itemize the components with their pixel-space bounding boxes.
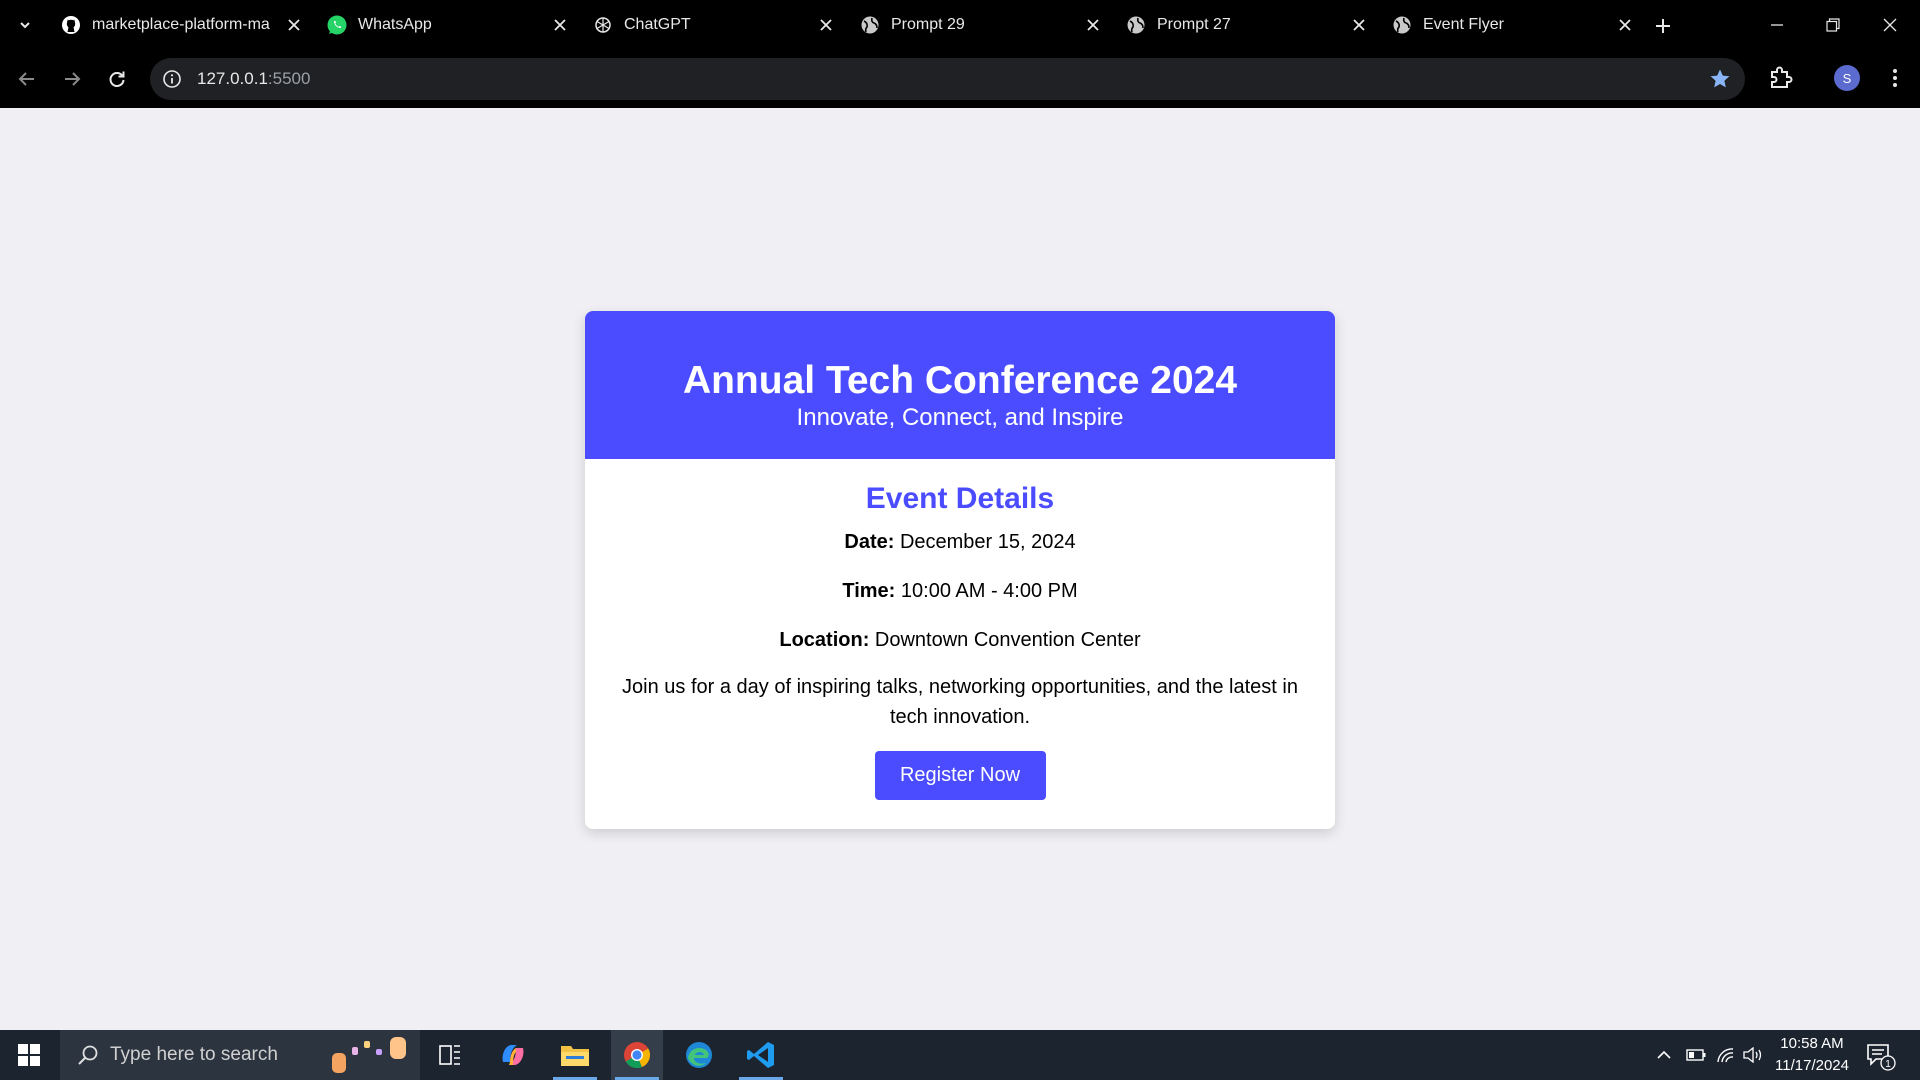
- speaker-volume-icon[interactable]: [1740, 1030, 1768, 1080]
- location-label: Location:: [779, 629, 870, 651]
- globe-icon: [1125, 14, 1147, 36]
- tab-title: Prompt 27: [1157, 16, 1231, 33]
- event-subtitle: Innovate, Connect, and Inspire: [796, 404, 1124, 431]
- flyer-body: Event Details Date: December 15, 2024 Ti…: [585, 459, 1335, 800]
- more-menu-icon[interactable]: [1882, 65, 1908, 91]
- event-flyer-card: Annual Tech Conference 2024 Innovate, Co…: [585, 311, 1335, 829]
- page-viewport: Annual Tech Conference 2024 Innovate, Co…: [0, 108, 1920, 1030]
- edge-icon[interactable]: [673, 1030, 725, 1080]
- event-location: Location: Downtown Convention Center: [585, 628, 1335, 652]
- url-port: :5500: [267, 69, 311, 88]
- battery-icon[interactable]: [1682, 1030, 1710, 1080]
- copilot-icon[interactable]: [487, 1030, 539, 1080]
- notification-count: 1: [1885, 1059, 1891, 1070]
- close-icon[interactable]: [550, 15, 570, 35]
- back-arrow-icon[interactable]: [13, 65, 41, 93]
- close-icon[interactable]: [1615, 15, 1635, 35]
- time-label: Time:: [842, 580, 896, 602]
- system-clock[interactable]: 10:58 AM 11/17/2024: [1770, 1033, 1854, 1077]
- url-host: 127.0.0.1: [197, 69, 268, 88]
- clock-time: 10:58 AM: [1780, 1035, 1844, 1052]
- extensions-puzzle-icon[interactable]: [1768, 64, 1796, 92]
- file-explorer-icon[interactable]: [549, 1030, 601, 1080]
- task-view-icon[interactable]: [424, 1030, 476, 1080]
- tab-title: Prompt 29: [891, 16, 965, 33]
- tab-strip: marketplace-platform-main WhatsApp ChatG…: [0, 0, 1920, 50]
- close-icon[interactable]: [816, 15, 836, 35]
- register-now-button[interactable]: Register Now: [874, 751, 1046, 800]
- chatgpt-icon: [592, 14, 614, 36]
- search-icon: [76, 1043, 100, 1067]
- new-tab-icon[interactable]: [1650, 13, 1676, 39]
- close-icon[interactable]: [284, 15, 304, 35]
- tab-chatgpt[interactable]: ChatGPT: [584, 8, 850, 42]
- site-info-icon[interactable]: [162, 69, 182, 89]
- tab-title: WhatsApp: [358, 16, 432, 33]
- event-description: Join us for a day of inspiring talks, ne…: [622, 676, 1298, 728]
- time-value: 10:00 AM - 4:00 PM: [900, 580, 1078, 602]
- url-text: 127.0.0.1:5500: [197, 69, 310, 89]
- windows-start-icon[interactable]: [18, 1044, 40, 1066]
- forward-arrow-icon[interactable]: [58, 65, 86, 93]
- taskbar-search-box[interactable]: Type here to search: [60, 1030, 420, 1080]
- show-hidden-icons-chevron-icon[interactable]: [1650, 1030, 1678, 1080]
- reload-icon[interactable]: [103, 65, 131, 93]
- tab-prompt-29[interactable]: Prompt 29: [851, 8, 1117, 42]
- date-value: December 15, 2024: [899, 531, 1076, 553]
- tab-title: Event Flyer: [1423, 16, 1504, 33]
- github-icon: [60, 14, 82, 36]
- tab-marketplace[interactable]: marketplace-platform-main: [52, 8, 318, 42]
- bookmark-star-icon[interactable]: [1709, 68, 1731, 90]
- search-placeholder: Type here to search: [110, 1044, 278, 1065]
- wifi-icon[interactable]: [1712, 1030, 1740, 1080]
- globe-icon: [1391, 14, 1413, 36]
- search-highlight-lanterns-icon: [330, 1035, 410, 1075]
- close-icon[interactable]: [1083, 15, 1103, 35]
- close-window-icon[interactable]: [1875, 10, 1905, 40]
- restore-icon[interactable]: [1818, 10, 1848, 40]
- tab-search-chevron-icon[interactable]: [12, 12, 38, 38]
- address-bar[interactable]: 127.0.0.1:5500: [150, 58, 1745, 100]
- notification-center-icon[interactable]: 1: [1866, 1041, 1896, 1071]
- clock-date: 11/17/2024: [1775, 1057, 1849, 1074]
- event-date: Date: December 15, 2024: [585, 530, 1335, 554]
- event-details-heading: Event Details: [865, 482, 1055, 515]
- event-title: Annual Tech Conference 2024: [682, 359, 1238, 402]
- flyer-header: Annual Tech Conference 2024 Innovate, Co…: [585, 311, 1335, 459]
- tab-prompt-27[interactable]: Prompt 27: [1117, 8, 1383, 42]
- tab-event-flyer[interactable]: Event Flyer: [1383, 8, 1649, 42]
- globe-icon: [859, 14, 881, 36]
- date-label: Date:: [844, 531, 895, 553]
- close-icon[interactable]: [1349, 15, 1369, 35]
- profile-avatar[interactable]: S: [1834, 65, 1860, 91]
- vscode-icon[interactable]: [735, 1030, 787, 1080]
- tab-title: marketplace-platform-main: [92, 16, 270, 33]
- tab-title: ChatGPT: [624, 16, 691, 33]
- tab-whatsapp[interactable]: WhatsApp: [318, 8, 584, 42]
- event-time: Time: 10:00 AM - 4:00 PM: [585, 579, 1335, 603]
- windows-taskbar: Type here to search 10:58 AM 11/17/2024: [0, 1030, 1920, 1080]
- minimize-icon[interactable]: [1762, 10, 1792, 40]
- browser-toolbar: 127.0.0.1:5500 S: [0, 50, 1920, 108]
- location-value: Downtown Convention Center: [874, 629, 1141, 651]
- whatsapp-icon: [326, 14, 348, 36]
- chrome-icon[interactable]: [611, 1030, 663, 1080]
